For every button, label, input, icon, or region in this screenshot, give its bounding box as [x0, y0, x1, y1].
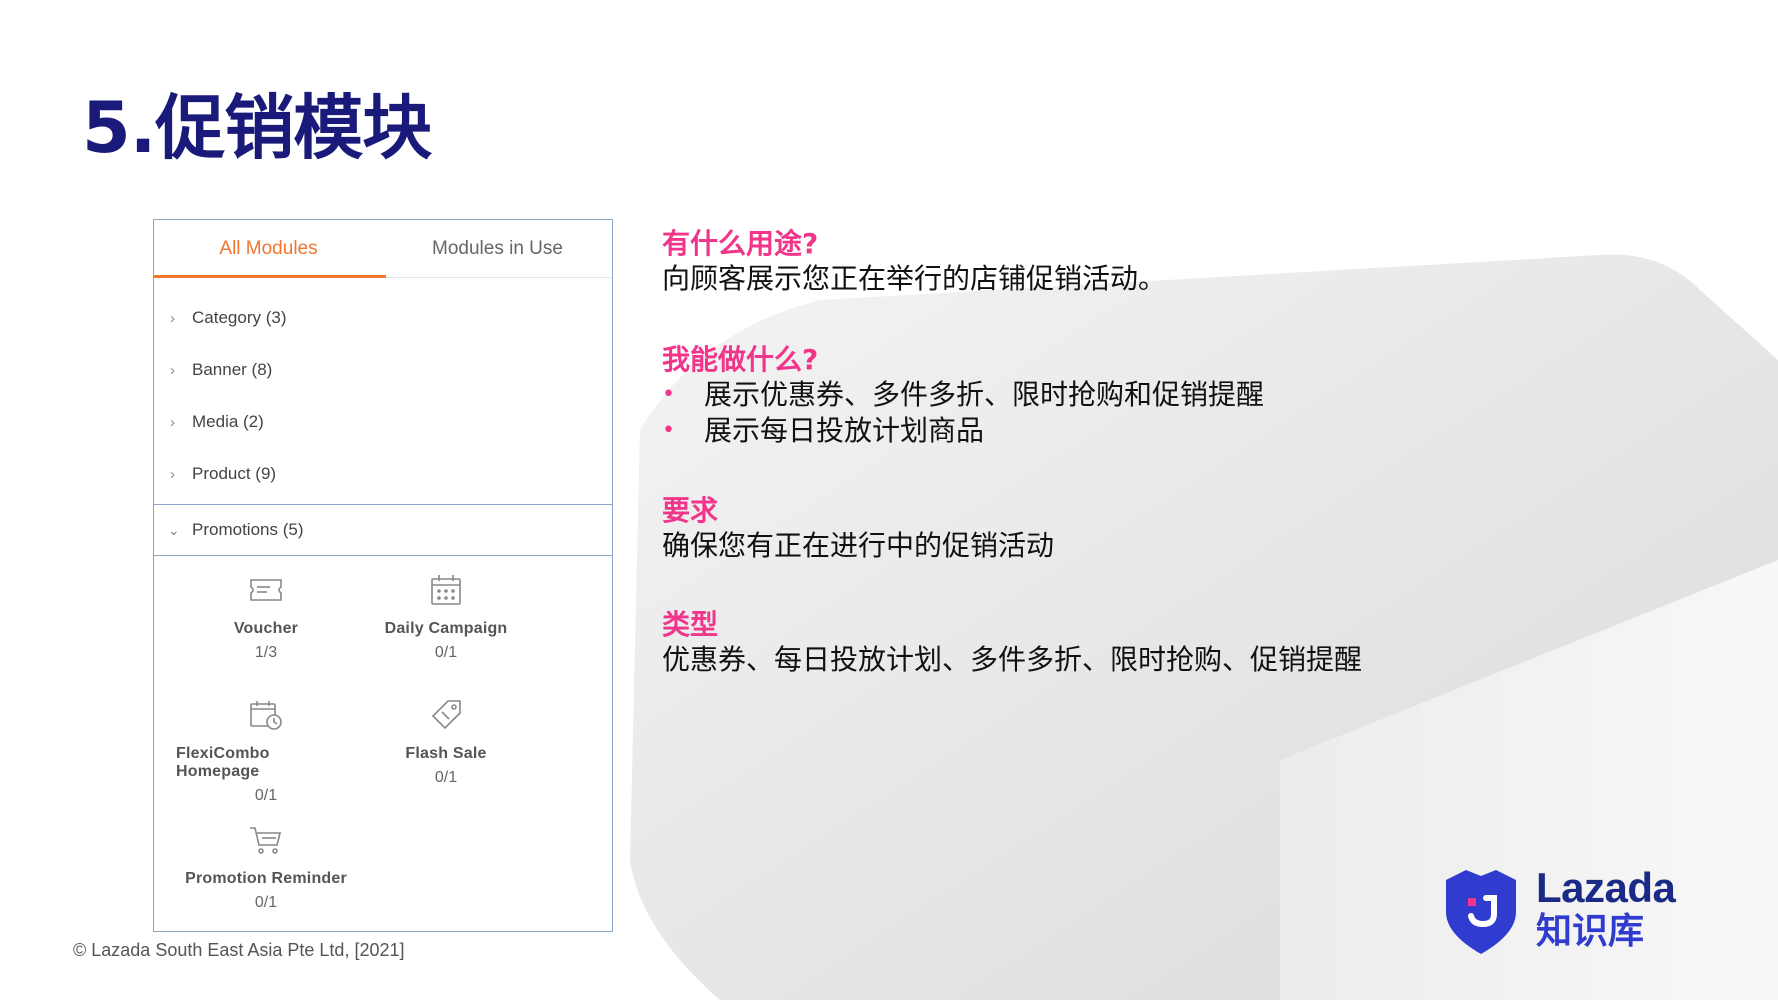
tab-modules-in-use[interactable]: Modules in Use	[383, 220, 612, 277]
requirement-section: 要求 确保您有正在进行中的促销活动	[662, 494, 1054, 564]
type-section: 类型 优惠券、每日投放计划、多件多折、限时抢购、促销提醒	[662, 608, 1362, 678]
module-count: 0/1	[434, 644, 458, 661]
module-flash-sale[interactable]: Flash Sale 0/1	[356, 695, 536, 807]
module-grid: Voucher 1/3 Daily Campaign 0/1 FlexiComb…	[154, 556, 612, 932]
module-count: 0/1	[254, 894, 278, 911]
module-voucher[interactable]: Voucher 1/3	[176, 570, 356, 682]
slide-title: 5.促销模块	[82, 87, 432, 169]
module-name: Voucher	[233, 620, 299, 637]
lazada-logo: Lazada 知识库	[1440, 860, 1700, 960]
requirement-text: 确保您有正在进行中的促销活动	[662, 529, 1055, 562]
purpose-heading: 有什么用途?	[662, 227, 819, 260]
chevron-right-icon: ›	[170, 361, 175, 379]
module-count: 0/1	[434, 769, 458, 786]
active-tab-indicator	[154, 275, 386, 278]
can-do-item-text: 展示每日投放计划商品	[704, 414, 985, 447]
can-do-item-text: 展示优惠券、多件多折、限时抢购和促销提醒	[704, 378, 1265, 411]
category-label: Promotions (5)	[192, 520, 304, 539]
module-daily-campaign[interactable]: Daily Campaign 0/1	[356, 570, 536, 682]
purpose-section: 有什么用途? 向顾客展示您正在举行的店铺促销活动。	[662, 227, 1166, 297]
chevron-right-icon: ›	[170, 309, 175, 327]
tag-icon	[426, 695, 466, 735]
chevron-down-icon: ⌄	[168, 521, 180, 538]
category-item-category[interactable]: › Category (3)	[154, 292, 612, 344]
module-name: FlexiCombo Homepage	[176, 745, 270, 780]
bullet-icon: •	[662, 382, 675, 407]
purpose-text: 向顾客展示您正在举行的店铺促销活动。	[662, 262, 1167, 295]
bullet-icon: •	[662, 418, 675, 443]
calendar-clock-icon	[246, 695, 286, 735]
category-item-product[interactable]: › Product (9)	[154, 448, 612, 500]
modules-panel: All Modules Modules in Use › Category (3…	[153, 219, 613, 932]
logo-subtitle: 知识库	[1536, 911, 1645, 952]
module-flexicombo-homepage[interactable]: FlexiCombo Homepage 0/1	[176, 695, 356, 807]
module-name: Promotion Reminder	[185, 870, 347, 887]
category-list: › Category (3) › Banner (8) › Media (2) …	[154, 278, 612, 500]
category-item-banner[interactable]: › Banner (8)	[154, 344, 612, 396]
copyright-footer: © Lazada South East Asia Pte Ltd, [2021]	[73, 940, 405, 960]
category-label: Category (3)	[192, 308, 287, 327]
requirement-heading: 要求	[662, 494, 719, 527]
can-do-item: • 展示优惠券、多件多折、限时抢购和促销提醒	[662, 377, 1264, 413]
chevron-right-icon: ›	[170, 465, 175, 483]
module-count: 0/1	[254, 787, 278, 804]
category-item-promotions[interactable]: ⌄ Promotions (5)	[154, 504, 612, 556]
category-label: Product (9)	[192, 464, 277, 483]
category-item-media[interactable]: › Media (2)	[154, 396, 612, 448]
module-name: Flash Sale	[405, 745, 487, 762]
voucher-icon	[246, 570, 286, 610]
can-do-section: 我能做什么? • 展示优惠券、多件多折、限时抢购和促销提醒 • 展示每日投放计划…	[662, 343, 1264, 449]
category-label: Media (2)	[192, 412, 264, 431]
can-do-item: • 展示每日投放计划商品	[662, 413, 1264, 449]
module-count: 1/3	[254, 644, 278, 661]
calendar-icon	[426, 570, 466, 610]
type-heading: 类型	[662, 608, 719, 641]
module-promotion-reminder[interactable]: Promotion Reminder 0/1	[176, 820, 356, 932]
lazada-heart-icon	[1446, 870, 1516, 954]
tab-all-modules[interactable]: All Modules	[154, 220, 383, 277]
category-label: Banner (8)	[192, 360, 273, 379]
chevron-right-icon: ›	[170, 413, 175, 431]
logo-text: Lazada 知识库	[1536, 864, 1676, 954]
cart-icon	[246, 820, 286, 860]
can-do-heading: 我能做什么?	[662, 343, 819, 376]
module-tabs: All Modules Modules in Use	[154, 220, 612, 278]
type-text: 优惠券、每日投放计划、多件多折、限时抢购、促销提醒	[662, 643, 1363, 676]
module-name: Daily Campaign	[384, 620, 508, 637]
logo-brand: Lazada	[1536, 864, 1676, 911]
